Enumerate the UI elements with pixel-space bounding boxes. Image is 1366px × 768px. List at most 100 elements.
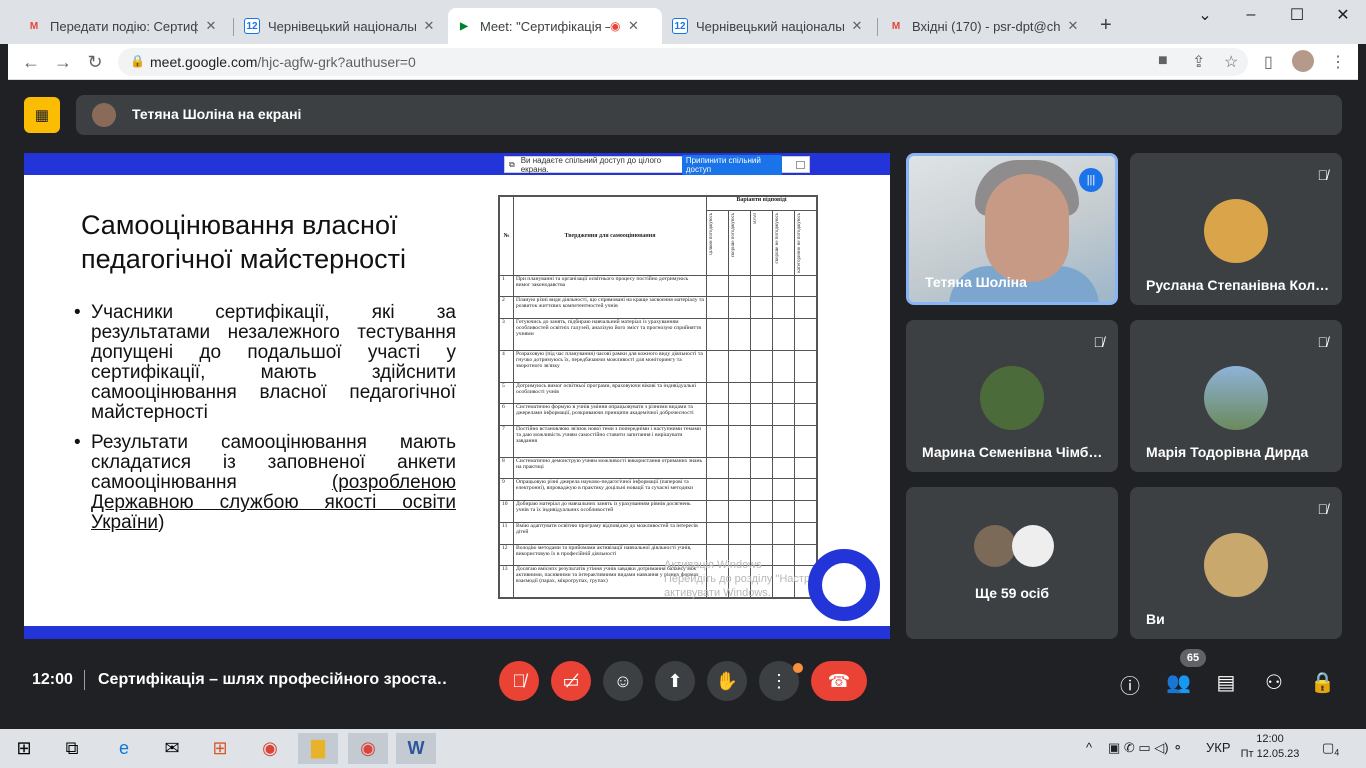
tray-icons[interactable]: ▣ ✆ ▭ ◁) ⚬ [1108,740,1183,756]
host-controls-icon[interactable]: 🔒 [1310,670,1335,695]
answer-cell [728,318,751,351]
survey-row: 8 Систематично демонструю учням можливост… [499,456,817,480]
tile-others[interactable]: Ще 59 осіб [906,487,1118,639]
answer-cell [794,318,817,351]
leave-call-button[interactable]: ☎ [811,661,867,701]
tab-meet[interactable]: ▶ Meet: "Сертифікація – ш ◉ ✕ [448,8,662,44]
raise-hand-button[interactable]: ✋ [707,661,747,701]
answer-cell [772,424,795,458]
mic-off-icon: 🎙̸ [1317,501,1329,517]
explorer-icon[interactable]: ▇ [298,733,338,764]
answer-cell [772,403,795,426]
close-tab-icon[interactable]: ✕ [626,18,640,34]
present-icon: ⬆ [667,670,683,691]
lock-icon[interactable]: 🔒 [130,54,145,68]
forward-icon[interactable]: → [52,52,74,73]
row-number: 8 [499,456,514,480]
tab-gmail-inbox[interactable]: M Вхідні (170) - psr-dpt@chnu ✕ [880,8,1088,44]
chat-icon[interactable]: ▤ [1214,670,1238,695]
word-icon[interactable]: W [396,733,436,764]
camera-toggle-button[interactable]: ▭̸ [551,661,591,701]
maximize-icon[interactable]: ☐ [1274,0,1320,30]
chrome-icon[interactable]: ◉ [250,733,290,764]
close-tab-icon[interactable]: ✕ [850,18,864,34]
slide-bottom-bar [24,626,890,639]
share-icon[interactable]: ⇪ [1192,52,1205,72]
answer-cell [794,296,817,320]
more-icon: ⋮ [770,670,788,691]
windows-start-icon[interactable]: ⊞ [4,733,44,764]
reactions-button[interactable]: ☺ [603,661,643,701]
tile-self[interactable]: 🎙̸ Ви [1130,487,1342,639]
answer-cell [750,318,773,351]
presenter-avatar [92,103,116,127]
close-window-icon[interactable]: ✕ [1320,0,1366,30]
star-icon[interactable]: ☆ [1224,52,1238,72]
answer-cell [706,381,729,405]
present-button[interactable]: ⬆ [655,661,695,701]
answer-cell [706,403,729,426]
presentation-layout-button[interactable]: ▦ [24,97,60,133]
row-number: 9 [499,478,514,502]
camera-icon[interactable]: ■ [1158,52,1168,70]
meeting-controls: 12:00 Сертифікація – шлях професійного з… [0,649,1366,710]
row-statement: Розраховую (під час планування) часові р… [513,349,707,383]
screen-off-icon: ▦ [34,107,50,124]
participant-name: Руслана Степанівна Кол… [1146,277,1330,293]
info-icon[interactable]: ⓘ [1118,670,1142,699]
row-statement: Планую різні види діяльності, що спрямов… [513,296,707,320]
stop-sharing-button[interactable]: Припинити спільний доступ [681,154,782,175]
tray-arrow-icon[interactable]: ^ [1086,740,1092,755]
address-bar: ← → ↻ 🔒 meet.google.com/hjc-agfw-grk?aut… [8,44,1358,80]
reload-icon[interactable]: ↻ [84,52,106,73]
option-header: скоріше погоджуюсь [728,210,751,276]
new-tab-icon[interactable]: + [1100,14,1112,37]
speaking-indicator-icon: ||| [1079,168,1103,192]
tile-participant[interactable]: 🎙̸ Руслана Степанівна Кол… [1130,153,1342,305]
minimize-icon[interactable]: – [1228,0,1274,30]
tab-gmail-forward[interactable]: M Передати подію: Сертифіка ✕ [18,8,226,44]
clock[interactable]: 12:00 Пт 12.05.23 [1240,732,1300,762]
answer-cell [750,274,773,298]
notifications-icon[interactable]: ▢4 [1322,740,1339,758]
answer-cell [772,456,795,480]
answer-cell [706,318,729,351]
language-indicator[interactable]: УКР [1206,740,1231,755]
tile-participant[interactable]: 🎙̸ Марія Тодорівна Дирда [1130,320,1342,472]
sidebar-icon[interactable]: ▯ [1264,52,1273,72]
pointer-ring [808,549,880,621]
hide-icon[interactable] [795,160,805,169]
survey-row: 2 Планую різні види діяльності, що спрямо… [499,296,817,320]
tab-calendar-2[interactable]: 12 Чернівецький національни ✕ [664,8,872,44]
survey-row: 11 Вмію адаптувати освітню програму відпо… [499,521,817,545]
presenter-banner: Тетяна Шоліна на екрані [76,95,1342,135]
row-number: 2 [499,296,514,320]
back-icon[interactable]: ← [20,52,42,73]
tile-speaker[interactable]: ||| Тетяна Шоліна [906,153,1118,305]
omnibox[interactable]: 🔒 meet.google.com/hjc-agfw-grk?authuser=… [118,48,1248,76]
close-tab-icon[interactable]: ✕ [204,18,218,34]
answer-cell [728,274,751,298]
task-view-icon[interactable]: ⧉ [52,733,92,764]
tile-participant[interactable]: 🎙̸ Марина Семенівна Чімб… [906,320,1118,472]
answer-cell [728,478,751,502]
hang-up-icon: ☎ [827,670,851,691]
close-tab-icon[interactable]: ✕ [422,18,436,34]
row-number: 13 [499,565,514,598]
dropdown-icon[interactable]: ⌄ [1182,0,1228,30]
mail-icon[interactable]: ✉ [152,733,192,764]
answer-cell [706,500,729,523]
activities-icon[interactable]: ⚇ [1262,670,1286,695]
windows-taskbar: ⊞ ⧉ e ✉ ⊞ ◉ ▇ ◉ W ^ ▣ ✆ ▭ ◁) ⚬ УКР 12:00… [0,729,1366,768]
mic-toggle-button[interactable]: 🎙̸ [499,661,539,701]
menu-icon[interactable]: ⋮ [1330,52,1346,72]
store-icon[interactable]: ⊞ [200,733,240,764]
row-statement: При плануванні та організації освітнього… [513,274,707,298]
close-tab-icon[interactable]: ✕ [1066,18,1080,34]
answer-cell [728,456,751,480]
profile-avatar[interactable] [1292,50,1314,72]
chrome-profile-icon[interactable]: ◉ [348,733,388,764]
tab-calendar-1[interactable]: 12 Чернівецький національни ✕ [236,8,444,44]
people-icon[interactable]: 👥 [1166,670,1191,695]
edge-icon[interactable]: e [104,733,144,764]
